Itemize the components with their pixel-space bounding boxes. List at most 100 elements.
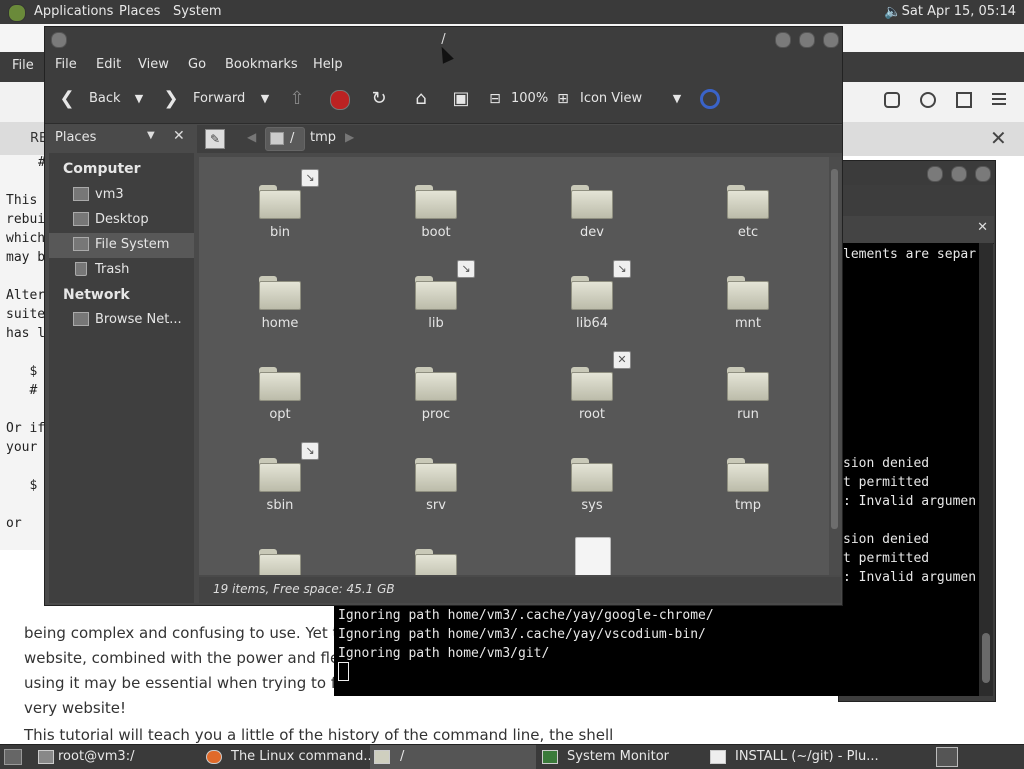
task-file-manager[interactable]: / [370, 745, 536, 769]
file-item-srv[interactable]: srv [381, 442, 491, 522]
path-segment-root[interactable]: / [265, 127, 305, 151]
file-item-etc[interactable]: etc [693, 169, 803, 249]
sidebar-mode-select[interactable]: Places [55, 130, 96, 145]
clock[interactable]: Sat Apr 15, 05:14 [902, 4, 1016, 19]
file-item-item-16[interactable] [225, 533, 335, 575]
task-terminal[interactable]: root@vm3:/ [34, 745, 194, 769]
file-view-scroll-thumb[interactable] [831, 169, 838, 529]
places-menu[interactable]: Places [119, 4, 160, 19]
terminal-line: : Invalid argumen [843, 570, 977, 585]
system-monitor-icon [542, 750, 558, 764]
file-item-sys[interactable]: sys [537, 442, 647, 522]
sidebar-item-vm3[interactable]: vm3 [49, 183, 194, 208]
forward-arrow-icon[interactable]: ❯ [161, 89, 181, 109]
zoom-out-icon[interactable]: ⊟ [485, 89, 505, 109]
volume-icon[interactable]: 🔈 [884, 4, 901, 20]
distro-logo-icon[interactable] [8, 4, 26, 22]
show-desktop-icon[interactable] [4, 749, 22, 765]
search-icon[interactable] [699, 89, 720, 109]
browser-file-menu[interactable]: File [12, 58, 34, 73]
zoom-in-icon[interactable]: ⊞ [553, 89, 573, 109]
file-view-scrollbar[interactable] [829, 157, 841, 575]
file-item-lib64[interactable]: ↘ lib64 [537, 260, 647, 340]
file-item-root[interactable]: ✕ root [537, 351, 647, 431]
workspace-switcher[interactable] [936, 747, 958, 767]
applications-menu[interactable]: Applications [34, 4, 113, 19]
menu-file[interactable]: File [55, 57, 77, 72]
terminal-titlebar[interactable] [839, 161, 995, 185]
menu-bookmarks[interactable]: Bookmarks [225, 57, 298, 72]
folder-icon [259, 276, 301, 310]
file-item-mnt[interactable]: mnt [693, 260, 803, 340]
sidebar-section-network: Network [63, 287, 130, 303]
folder-icon [259, 185, 301, 219]
path-scroll-right-icon[interactable]: ▶ [345, 130, 354, 144]
status-text: 19 items, Free space: 45.1 GB [213, 582, 395, 596]
extensions-icon[interactable] [956, 92, 972, 108]
up-arrow-icon[interactable]: ⇧ [287, 89, 307, 109]
file-item-home[interactable]: home [225, 260, 335, 340]
page-line: very website! [24, 699, 127, 717]
edit-location-icon[interactable]: ✎ [205, 129, 225, 149]
close-notification-icon[interactable]: ✕ [990, 126, 1007, 150]
pocket-icon[interactable] [884, 92, 900, 108]
home-icon[interactable]: ⌂ [411, 89, 431, 109]
task-system-monitor[interactable]: System Monitor [538, 745, 704, 769]
back-arrow-icon[interactable]: ❮ [57, 89, 77, 109]
file-item-lib[interactable]: ↘ lib [381, 260, 491, 340]
menu-go[interactable]: Go [188, 57, 206, 72]
close-button[interactable] [975, 166, 991, 182]
close-sidebar-icon[interactable]: ✕ [173, 128, 185, 144]
sidebar-item-file-system[interactable]: File System [49, 233, 194, 258]
file-name: sbin [266, 498, 294, 513]
menu-help[interactable]: Help [313, 57, 343, 72]
file-item-tmp[interactable]: tmp [693, 442, 803, 522]
file-item-opt[interactable]: opt [225, 351, 335, 431]
file-item-dev[interactable]: dev [537, 169, 647, 249]
back-button[interactable]: Back [89, 91, 121, 106]
file-item-boot[interactable]: boot [381, 169, 491, 249]
view-mode-select[interactable]: Icon View [580, 91, 642, 106]
forward-history-dropdown-icon[interactable]: ▼ [255, 89, 275, 109]
sidebar-item-desktop[interactable]: Desktop [49, 208, 194, 233]
hamburger-menu-icon[interactable] [992, 93, 1006, 95]
file-item-proc[interactable]: proc [381, 351, 491, 431]
maximize-button[interactable] [799, 32, 815, 48]
close-tab-icon[interactable]: ✕ [977, 220, 988, 235]
path-scroll-left-icon[interactable]: ◀ [247, 130, 256, 144]
file-name: srv [426, 498, 446, 513]
doc-line: which [6, 231, 46, 246]
sidebar-item-trash[interactable]: Trash [49, 258, 194, 283]
drive-icon [73, 237, 89, 251]
terminal-scroll-thumb[interactable] [982, 633, 990, 683]
sidebar-mode-dropdown-icon[interactable]: ▼ [147, 130, 155, 141]
account-icon[interactable] [920, 92, 936, 108]
file-item-item-18[interactable] [537, 533, 647, 575]
path-segment-tmp[interactable]: tmp [310, 130, 336, 145]
file-item-bin[interactable]: ↘ bin [225, 169, 335, 249]
sidebar-item-browse-network[interactable]: Browse Net... [49, 308, 194, 333]
file-item-run[interactable]: run [693, 351, 803, 431]
maximize-button[interactable] [951, 166, 967, 182]
view-mode-dropdown-icon[interactable]: ▼ [667, 89, 687, 109]
computer-icon[interactable]: ▣ [451, 89, 471, 109]
stop-icon[interactable] [329, 89, 350, 110]
reload-icon[interactable]: ↻ [369, 89, 389, 109]
file-name: mnt [735, 316, 761, 331]
close-button[interactable] [823, 32, 839, 48]
file-item-sbin[interactable]: ↘ sbin [225, 442, 335, 522]
file-item-item-17[interactable] [381, 533, 491, 575]
file-view[interactable]: ↘ bin boot dev etc home ↘ lib ↘ lib64 mnt opt proc ✕ r… [199, 157, 829, 575]
task-firefox[interactable]: The Linux command... [202, 745, 376, 769]
minimize-button[interactable] [927, 166, 943, 182]
menu-view[interactable]: View [138, 57, 169, 72]
task-text-editor[interactable]: INSTALL (~/git) - Plu... [706, 745, 879, 769]
forward-button[interactable]: Forward [193, 91, 245, 106]
terminal-scrollbar[interactable] [979, 243, 993, 696]
system-menu[interactable]: System [173, 4, 221, 19]
sidebar-item-label: Browse Net... [95, 312, 182, 327]
menu-edit[interactable]: Edit [96, 57, 121, 72]
minimize-button[interactable] [775, 32, 791, 48]
terminal-icon [38, 750, 54, 764]
back-history-dropdown-icon[interactable]: ▼ [129, 89, 149, 109]
